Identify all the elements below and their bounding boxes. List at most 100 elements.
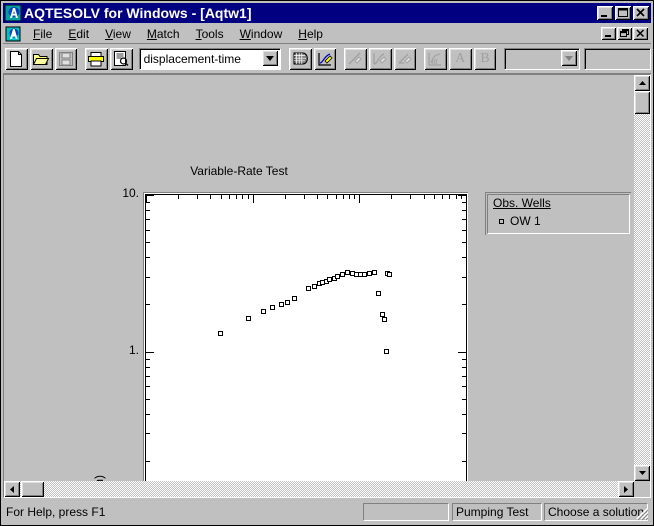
document-window-aqtw1: Variable-Rate Test 1.10.100.1000.10.1.0.…	[4, 75, 650, 497]
data-point	[306, 286, 312, 292]
left-tick	[146, 219, 150, 220]
top-tick	[391, 195, 392, 199]
horizontal-scrollbar[interactable]	[4, 481, 634, 497]
scroll-right-button[interactable]	[618, 481, 634, 497]
toolbar: displacement-time A B	[3, 45, 651, 74]
curve-match-icon[interactable]	[313, 48, 337, 70]
left-tick	[146, 257, 150, 258]
left-tick	[146, 210, 150, 211]
left-tick	[146, 359, 150, 360]
left-tick	[146, 195, 154, 196]
menu-item-view[interactable]: View	[97, 25, 139, 43]
mdi-close-button[interactable]	[633, 27, 648, 40]
top-tick	[197, 195, 198, 199]
vertical-scrollbar-track[interactable]	[634, 75, 650, 481]
print-icon[interactable]	[85, 48, 108, 70]
extra-field[interactable]	[584, 48, 651, 70]
app-icon	[5, 5, 21, 21]
status-solution-hint: Choose a solution	[544, 502, 648, 521]
scroll-up-button[interactable]	[634, 75, 650, 91]
status-test-type: Pumping Test	[452, 502, 542, 521]
visual-match-icon[interactable]	[344, 48, 367, 70]
menu-item-window[interactable]: Window	[232, 25, 291, 43]
application-window: AQTESOLV for Windows - [Aqtw1] File Edit…	[0, 0, 654, 526]
plot-area[interactable]	[145, 194, 467, 481]
right-tick	[462, 359, 466, 360]
annotation-b-icon[interactable]: B	[473, 48, 497, 70]
resize-grip[interactable]	[635, 507, 649, 521]
legend-marker-square-icon	[499, 218, 504, 224]
top-tick	[327, 195, 328, 199]
top-tick	[242, 195, 243, 199]
solution-combo[interactable]	[504, 48, 581, 70]
menu-item-match[interactable]: Match	[139, 25, 188, 43]
data-point	[218, 331, 224, 337]
open-folder-icon[interactable]	[29, 48, 53, 70]
right-tick	[462, 376, 466, 377]
top-tick	[248, 195, 249, 199]
top-tick	[410, 195, 411, 199]
maximize-button[interactable]	[615, 6, 631, 20]
mdi-restore-button[interactable]	[617, 27, 632, 40]
vertical-scrollbar-thumb[interactable]	[634, 91, 650, 114]
plot-type-combo[interactable]: displacement-time	[138, 48, 282, 70]
print-preview-icon[interactable]	[109, 48, 133, 70]
chevron-down-icon[interactable]	[262, 50, 279, 66]
chart-title: Variable-Rate Test	[190, 164, 288, 178]
legend-title: Obs. Wells	[493, 196, 551, 210]
left-tick	[146, 433, 150, 434]
menu-item-help[interactable]: Help	[290, 25, 331, 43]
legend-entry-ow1: OW 1	[493, 214, 541, 228]
plot-type-value: displacement-time	[143, 52, 241, 66]
top-tick	[210, 195, 211, 199]
menu-item-edit[interactable]: Edit	[60, 25, 97, 43]
menu-item-file[interactable]: File	[25, 25, 60, 43]
data-point	[383, 349, 389, 354]
top-tick	[359, 195, 360, 203]
right-tick	[462, 461, 466, 462]
right-tick	[458, 195, 466, 196]
automatic-match-icon[interactable]	[368, 48, 392, 70]
vertical-scrollbar[interactable]	[634, 75, 650, 481]
active-match-icon[interactable]	[393, 48, 417, 70]
new-document-icon[interactable]	[5, 48, 28, 70]
y-tick-label: 1.	[128, 342, 139, 357]
data-point	[270, 305, 276, 311]
grid-data-icon[interactable]	[288, 48, 312, 70]
top-tick	[456, 195, 457, 199]
right-tick	[462, 242, 466, 243]
left-tick	[146, 242, 150, 243]
top-tick	[304, 195, 305, 199]
mdi-client-area: Variable-Rate Test 1.10.100.1000.10.1.0.…	[3, 74, 651, 498]
right-tick	[462, 210, 466, 211]
top-tick	[349, 195, 350, 199]
y-axis-title: Displacement (m)	[92, 462, 106, 481]
top-tick	[229, 195, 230, 199]
minimize-button[interactable]	[597, 6, 613, 20]
mdi-document-icon[interactable]	[5, 26, 21, 42]
top-tick	[178, 195, 179, 199]
horizontal-scrollbar-track[interactable]	[4, 481, 634, 497]
top-tick	[236, 195, 237, 199]
save-disk-icon[interactable]	[54, 48, 78, 70]
right-tick	[462, 219, 466, 220]
data-point	[381, 317, 387, 323]
top-tick	[466, 195, 467, 203]
scroll-down-button[interactable]	[634, 465, 650, 481]
y-axis-title-wrap: Displacement (m)	[64, 265, 204, 481]
top-tick	[424, 195, 425, 199]
scroll-left-button[interactable]	[4, 481, 20, 497]
close-button[interactable]	[633, 6, 649, 20]
left-tick	[146, 202, 150, 203]
menu-item-tools[interactable]: Tools	[188, 25, 232, 43]
mdi-minimize-button[interactable]	[601, 27, 616, 40]
solution-chevron-down-icon[interactable]	[561, 50, 578, 66]
annotation-a-icon[interactable]: A	[448, 48, 472, 70]
right-tick	[462, 304, 466, 305]
mdi-window-buttons	[600, 27, 651, 40]
derivative-icon[interactable]	[424, 48, 447, 70]
right-tick	[458, 352, 466, 353]
right-tick	[462, 386, 466, 387]
left-tick	[146, 386, 150, 387]
horizontal-scrollbar-thumb[interactable]	[21, 481, 44, 497]
